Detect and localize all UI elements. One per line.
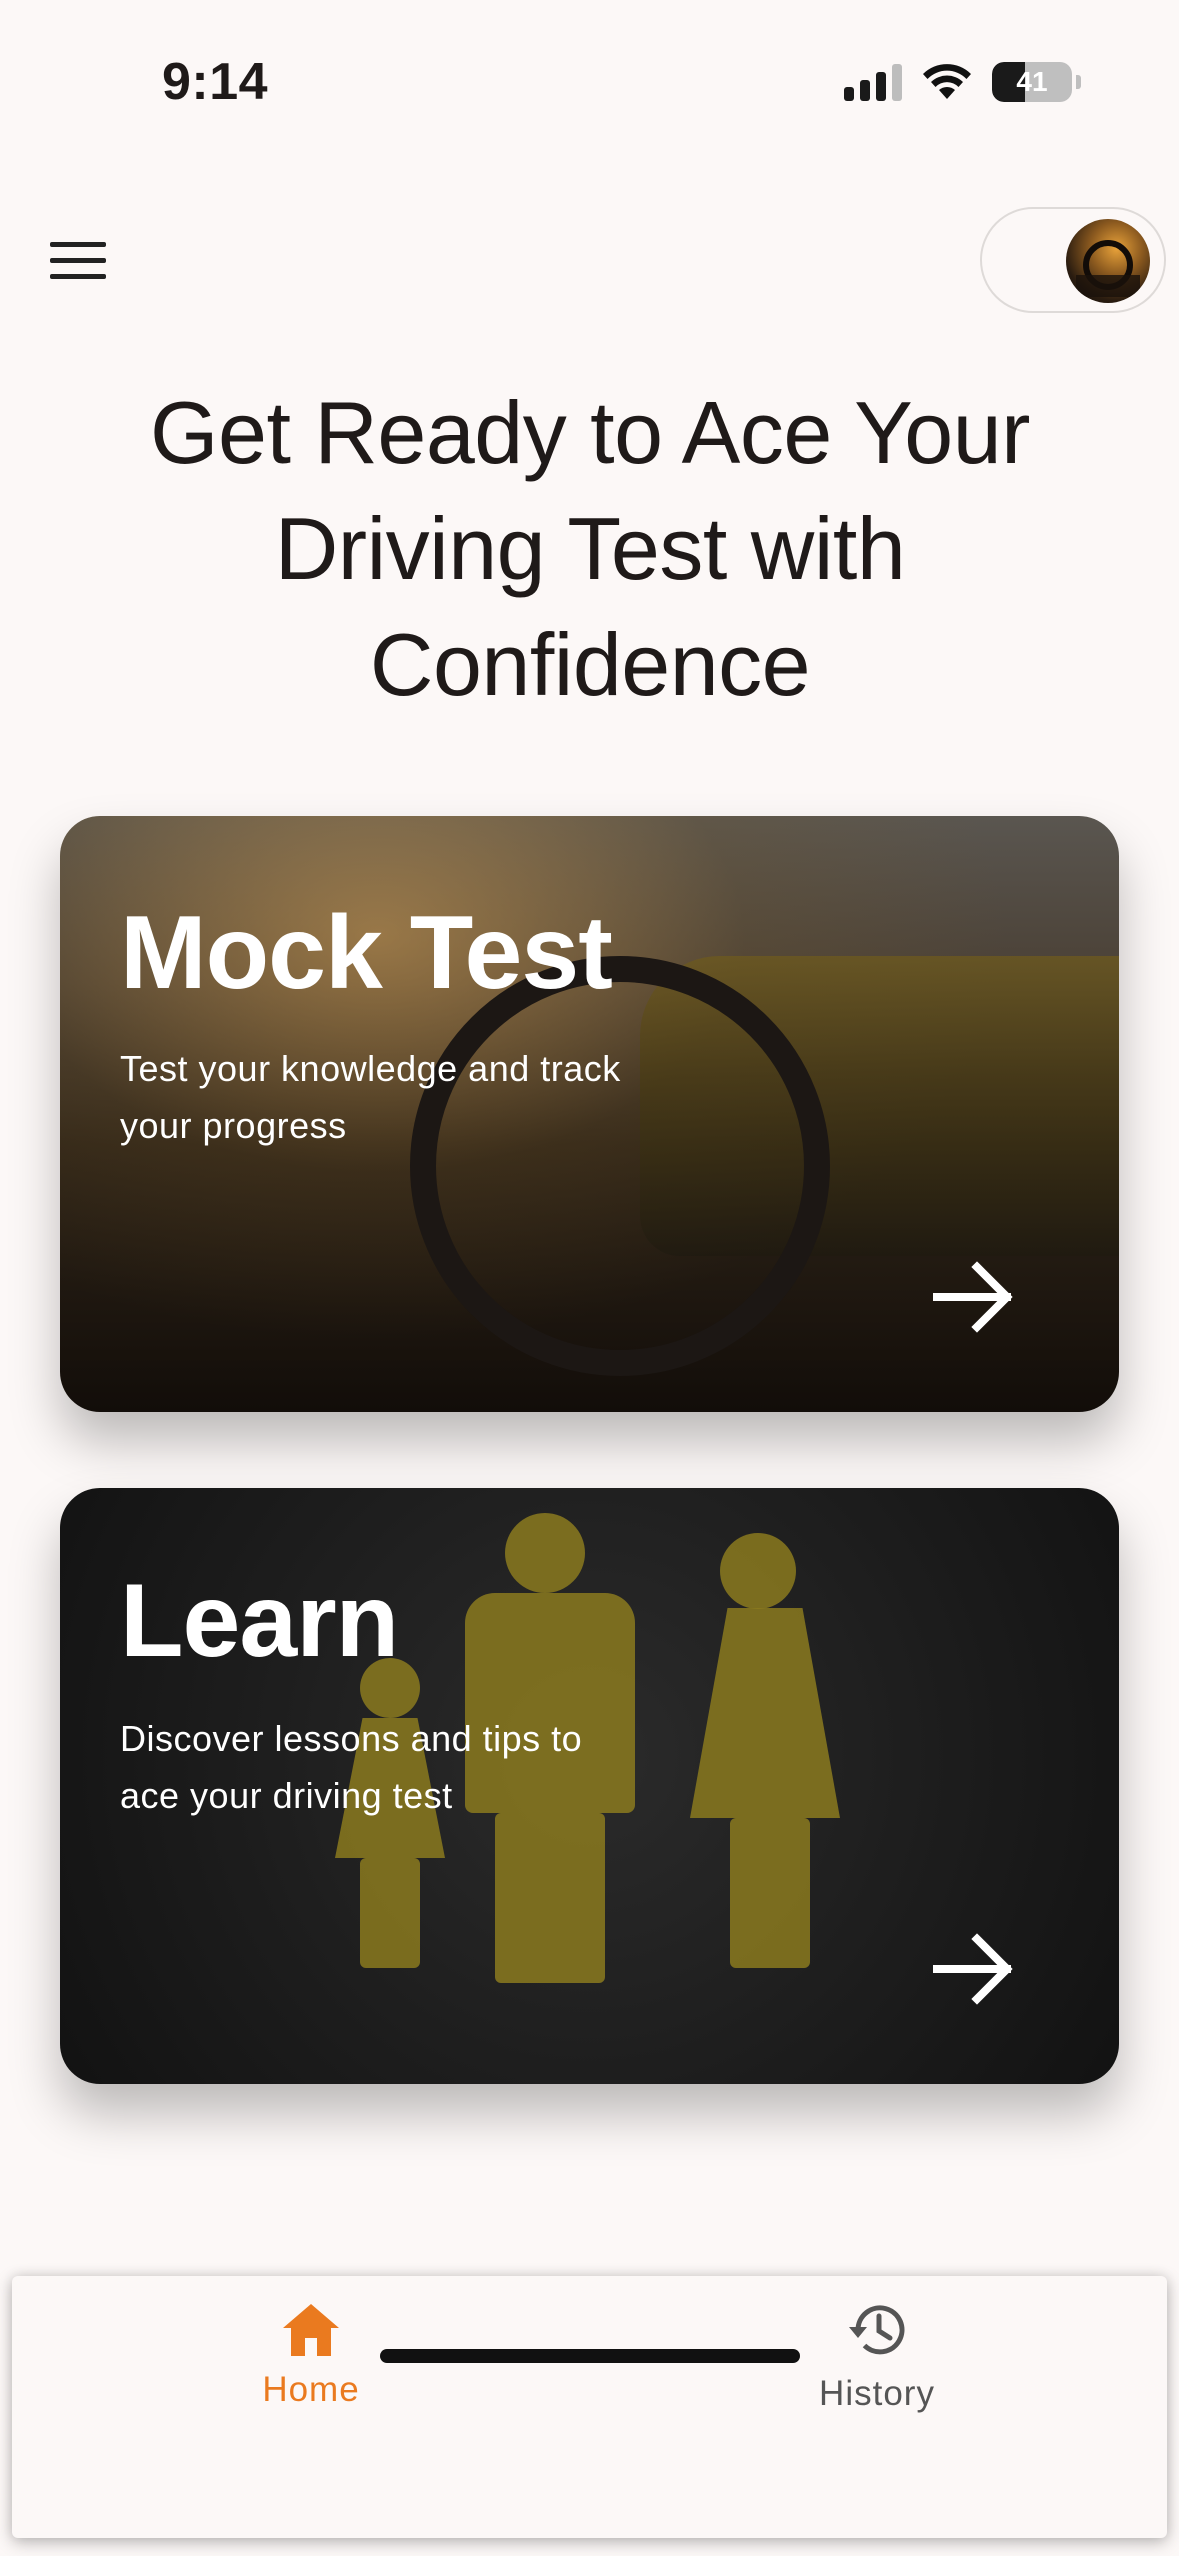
battery-icon: 41 xyxy=(992,62,1072,102)
status-bar: 9:14 41 xyxy=(0,0,1179,170)
mock-test-card[interactable]: Mock Test Test your knowledge and track … xyxy=(60,816,1119,1412)
steering-wheel-shape xyxy=(410,956,830,1376)
nav-home[interactable]: Home xyxy=(161,2298,461,2428)
status-icons: 41 xyxy=(844,62,1081,102)
battery-percent: 41 xyxy=(1016,66,1048,97)
learn-title: Learn xyxy=(120,1563,399,1679)
home-indicator[interactable] xyxy=(380,2349,800,2363)
avatar-image xyxy=(1076,240,1140,297)
learn-card[interactable]: Learn Discover lessons and tips to ace y… xyxy=(60,1488,1119,2084)
learn-subtitle: Discover lessons and tips to ace your dr… xyxy=(120,1718,583,1816)
page-title: Get Ready to Ace Your Driving Test with … xyxy=(150,383,1030,714)
figure-mother-legs xyxy=(730,1818,810,1968)
figure-child-legs xyxy=(360,1858,420,1968)
nav-history-label: History xyxy=(819,2374,935,2413)
history-icon xyxy=(849,2305,905,2355)
wifi-icon xyxy=(923,64,971,99)
signal-icon xyxy=(844,63,902,101)
bottom-navigation: Home History xyxy=(12,2276,1167,2538)
arrow-right-icon[interactable] xyxy=(929,1924,1019,2014)
nav-home-label: Home xyxy=(262,2370,360,2409)
status-time: 9:14 xyxy=(162,53,269,111)
profile-button[interactable] xyxy=(980,207,1166,313)
home-icon xyxy=(283,2304,339,2356)
arrow-right-icon[interactable] xyxy=(929,1252,1019,1342)
avatar xyxy=(1066,219,1150,303)
figure-mother-head xyxy=(720,1533,796,1609)
battery-nub xyxy=(1076,75,1081,89)
nav-history[interactable]: History xyxy=(727,2298,1027,2428)
figure-adult-head xyxy=(505,1513,585,1593)
hamburger-menu-icon[interactable] xyxy=(50,232,118,288)
mock-test-title: Mock Test xyxy=(120,895,613,1011)
mock-test-subtitle: Test your knowledge and track your progr… xyxy=(120,1048,621,1146)
figure-adult-legs xyxy=(495,1813,605,1983)
